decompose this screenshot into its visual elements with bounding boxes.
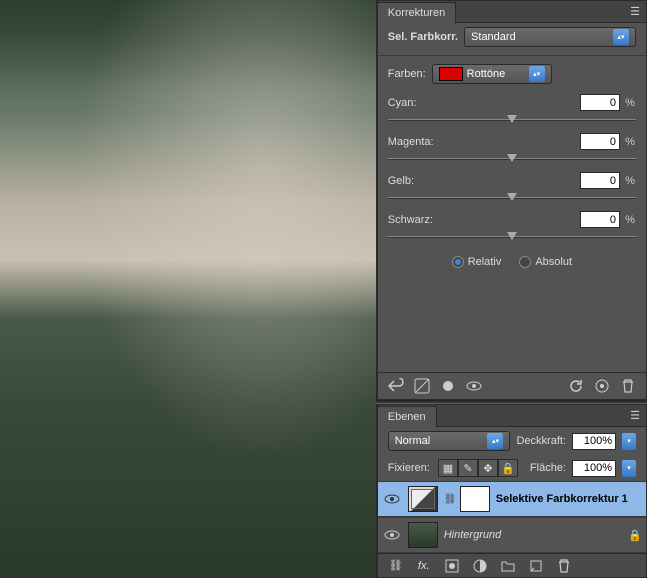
mask-thumbnail[interactable] [460, 486, 490, 512]
layer-row[interactable]: Hintergrund 🔒 [378, 517, 646, 553]
slider-thumb[interactable] [507, 115, 517, 123]
lock-transparent-icon[interactable]: ▦ [438, 459, 458, 477]
radio-icon [519, 256, 531, 268]
chevron-updown-icon: ▴▾ [529, 66, 545, 82]
document-canvas[interactable] [0, 0, 376, 578]
opacity-input[interactable] [572, 433, 616, 450]
adjustment-layer-icon[interactable] [470, 557, 490, 575]
yellow-slider[interactable] [388, 191, 636, 205]
layer-row[interactable]: ⛓ Selektive Farbkorrektur 1 [378, 481, 646, 517]
link-icon: ⛓ [444, 494, 454, 505]
lock-icon: 🔒 [628, 529, 642, 542]
pct-label: % [624, 175, 636, 187]
visibility-toggle[interactable] [382, 489, 402, 509]
lock-label: Fixieren: [388, 462, 430, 474]
fill-label: Fläche: [530, 462, 566, 474]
tab-corrections[interactable]: Korrekturen [378, 2, 456, 24]
cyan-slider[interactable] [388, 113, 636, 127]
lock-all-icon[interactable]: 🔒 [498, 459, 518, 477]
slider-label-magenta: Magenta: [388, 136, 434, 148]
new-layer-icon[interactable] [526, 557, 546, 575]
panel-menu-icon[interactable]: ☰ [624, 5, 646, 18]
pct-label: % [624, 136, 636, 148]
preset-dropdown[interactable]: Standard ▴▾ [464, 27, 636, 47]
slider-thumb[interactable] [507, 193, 517, 201]
corrections-panel: Korrekturen ☰ Sel. Farbkorr. Standard ▴▾… [376, 0, 647, 400]
chevron-updown-icon: ▴▾ [613, 29, 629, 45]
lock-move-icon[interactable]: ✥ [478, 459, 498, 477]
layer-name[interactable]: Selektive Farbkorrektur 1 [496, 493, 628, 505]
absolute-radio[interactable]: Absolut [519, 256, 572, 268]
black-input[interactable] [580, 211, 620, 228]
back-arrow-icon[interactable] [386, 377, 406, 395]
slider-thumb[interactable] [507, 232, 517, 240]
relative-label: Relativ [468, 256, 502, 268]
colors-label: Farben: [388, 68, 426, 80]
blend-mode-value: Normal [395, 435, 430, 447]
clip-icon[interactable] [438, 377, 458, 395]
reset-icon[interactable] [566, 377, 586, 395]
colors-dropdown[interactable]: Rottöne ▴▾ [432, 64, 552, 84]
mask-icon[interactable] [442, 557, 462, 575]
fx-icon[interactable]: fx. [414, 557, 434, 575]
absolute-label: Absolut [535, 256, 572, 268]
tab-layers[interactable]: Ebenen [378, 406, 437, 428]
radio-checked-icon [452, 256, 464, 268]
panel-menu-icon[interactable]: ☰ [624, 409, 646, 422]
opacity-label: Deckkraft: [516, 435, 566, 447]
visibility-toggle[interactable] [382, 525, 402, 545]
fill-input[interactable] [572, 460, 616, 477]
layers-panel: Ebenen ☰ Normal ▴▾ Deckkraft: ▾ Fixieren… [376, 404, 647, 578]
blend-mode-dropdown[interactable]: Normal ▴▾ [388, 431, 511, 451]
magenta-input[interactable] [580, 133, 620, 150]
eye-icon[interactable] [464, 377, 484, 395]
corrections-tab-bar: Korrekturen ☰ [378, 1, 646, 23]
corrections-icon-bar [378, 372, 646, 399]
layer-name[interactable]: Hintergrund [444, 529, 501, 541]
chevron-down-icon[interactable]: ▾ [622, 433, 636, 450]
link-layers-icon[interactable]: ⛓ [386, 557, 406, 575]
relative-radio[interactable]: Relativ [452, 256, 502, 268]
previous-icon[interactable] [592, 377, 612, 395]
magenta-slider[interactable] [388, 152, 636, 166]
slider-label-black: Schwarz: [388, 214, 433, 226]
trash-icon[interactable] [618, 377, 638, 395]
cyan-input[interactable] [580, 94, 620, 111]
chevron-down-icon[interactable]: ▾ [622, 460, 636, 477]
layers-tab-bar: Ebenen ☰ [378, 405, 646, 427]
yellow-input[interactable] [580, 172, 620, 189]
chevron-updown-icon: ▴▾ [487, 433, 503, 449]
folder-icon[interactable] [498, 557, 518, 575]
colors-value: Rottöne [467, 68, 506, 80]
layer-thumbnail[interactable] [408, 486, 438, 512]
lock-paint-icon[interactable]: ✎ [458, 459, 478, 477]
slider-label-yellow: Gelb: [388, 175, 414, 187]
pct-label: % [624, 214, 636, 226]
slider-thumb[interactable] [507, 154, 517, 162]
pct-label: % [624, 97, 636, 109]
preset-value: Standard [471, 31, 516, 43]
trash-icon[interactable] [554, 557, 574, 575]
color-swatch [439, 67, 463, 81]
layer-thumbnail[interactable] [408, 522, 438, 548]
slider-label-cyan: Cyan: [388, 97, 417, 109]
adjustment-icon[interactable] [412, 377, 432, 395]
layers-footer: ⛓ fx. [378, 553, 646, 577]
black-slider[interactable] [388, 230, 636, 244]
preset-label: Sel. Farbkorr. [388, 31, 458, 43]
